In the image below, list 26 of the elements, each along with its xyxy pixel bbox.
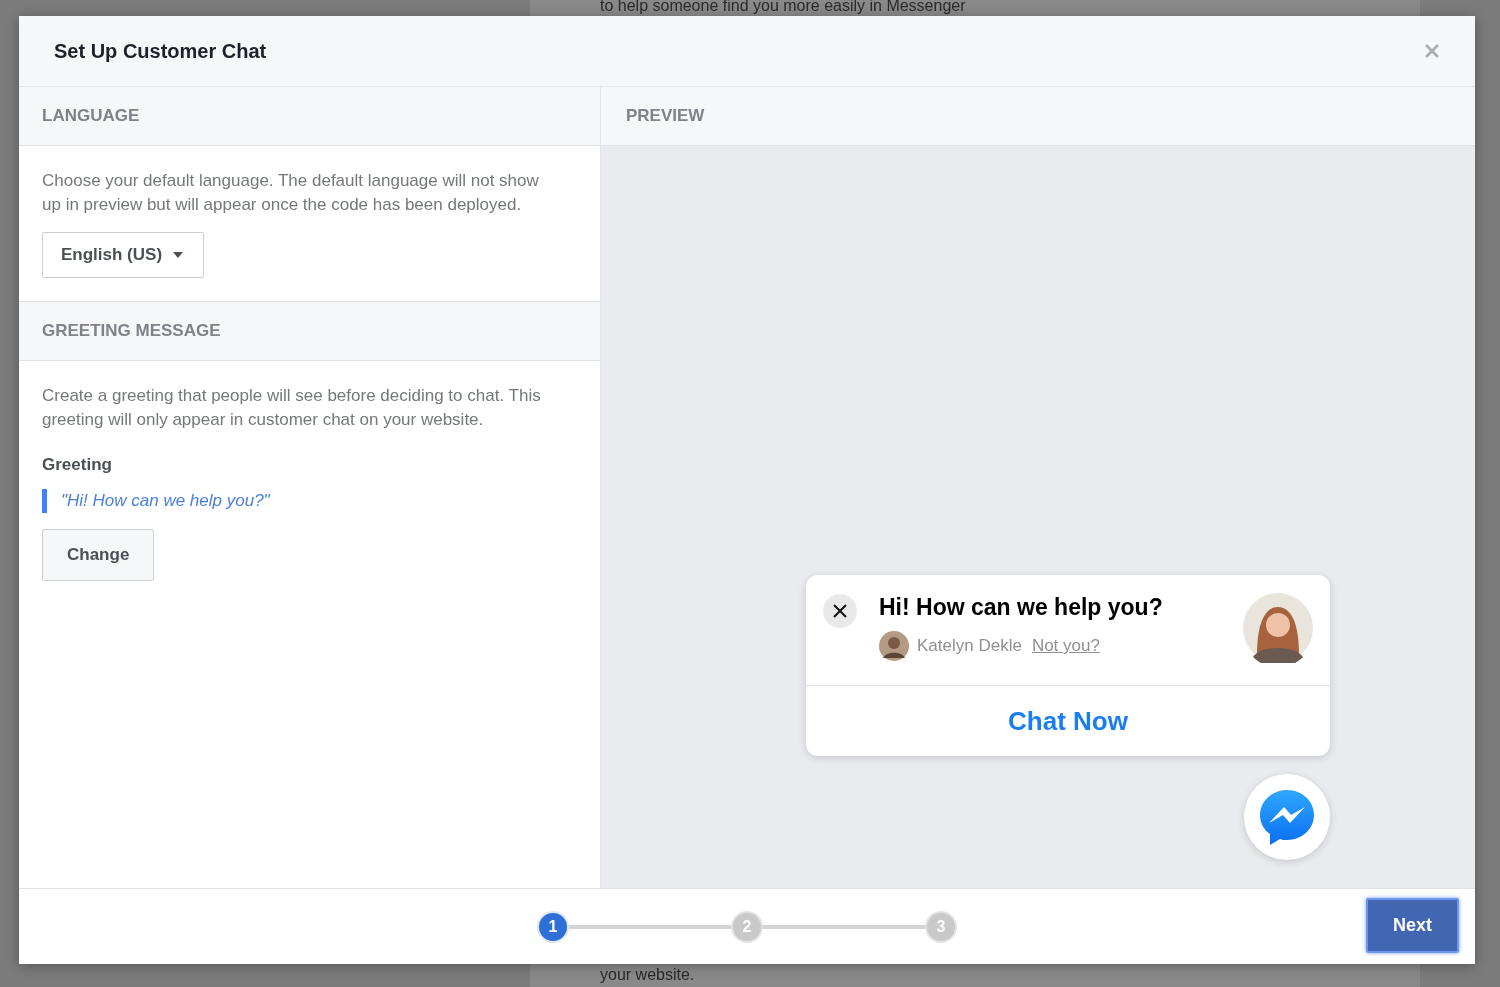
section-heading: GREETING MESSAGE [42, 321, 221, 341]
greeting-quote: "Hi! How can we help you?" [42, 489, 270, 513]
dialog-title: Set Up Customer Chat [54, 39, 267, 63]
close-button[interactable] [823, 594, 857, 628]
step-indicator[interactable]: 1 [537, 910, 569, 943]
user-name: Katelyn Dekle [917, 636, 1022, 656]
language-dropdown[interactable]: English (US) [42, 232, 205, 278]
chat-now-button[interactable]: Chat Now [806, 686, 1330, 756]
section-heading: LANGUAGE [42, 106, 140, 126]
chat-bubble-icon [1258, 788, 1316, 846]
close-icon[interactable] [1425, 44, 1439, 58]
field-label: Greeting [42, 455, 112, 475]
avatar-icon [1243, 593, 1313, 663]
background-text: to help someone find you more easily in Messenger [600, 0, 966, 15]
section-heading: PREVIEW [626, 106, 705, 126]
messenger-button[interactable] [1244, 774, 1330, 860]
description-text: Choose your default language. The default language will not show up in preview but will appear once the code has been deployed. [42, 170, 540, 216]
greeting-text: Hi! How can we help you? [879, 594, 1164, 621]
description-text: Create a greeting that people will see before deciding to chat. This greeting will only appear in customer chat on your website. [42, 385, 542, 431]
change-button[interactable]: Change [42, 529, 155, 581]
caret-icon [173, 252, 184, 258]
close-icon [833, 604, 847, 618]
background-text: your website. [600, 966, 695, 984]
not-you-link[interactable]: Not you? [1031, 636, 1100, 656]
avatar-icon [879, 631, 909, 661]
next-button[interactable]: Next [1366, 898, 1459, 953]
